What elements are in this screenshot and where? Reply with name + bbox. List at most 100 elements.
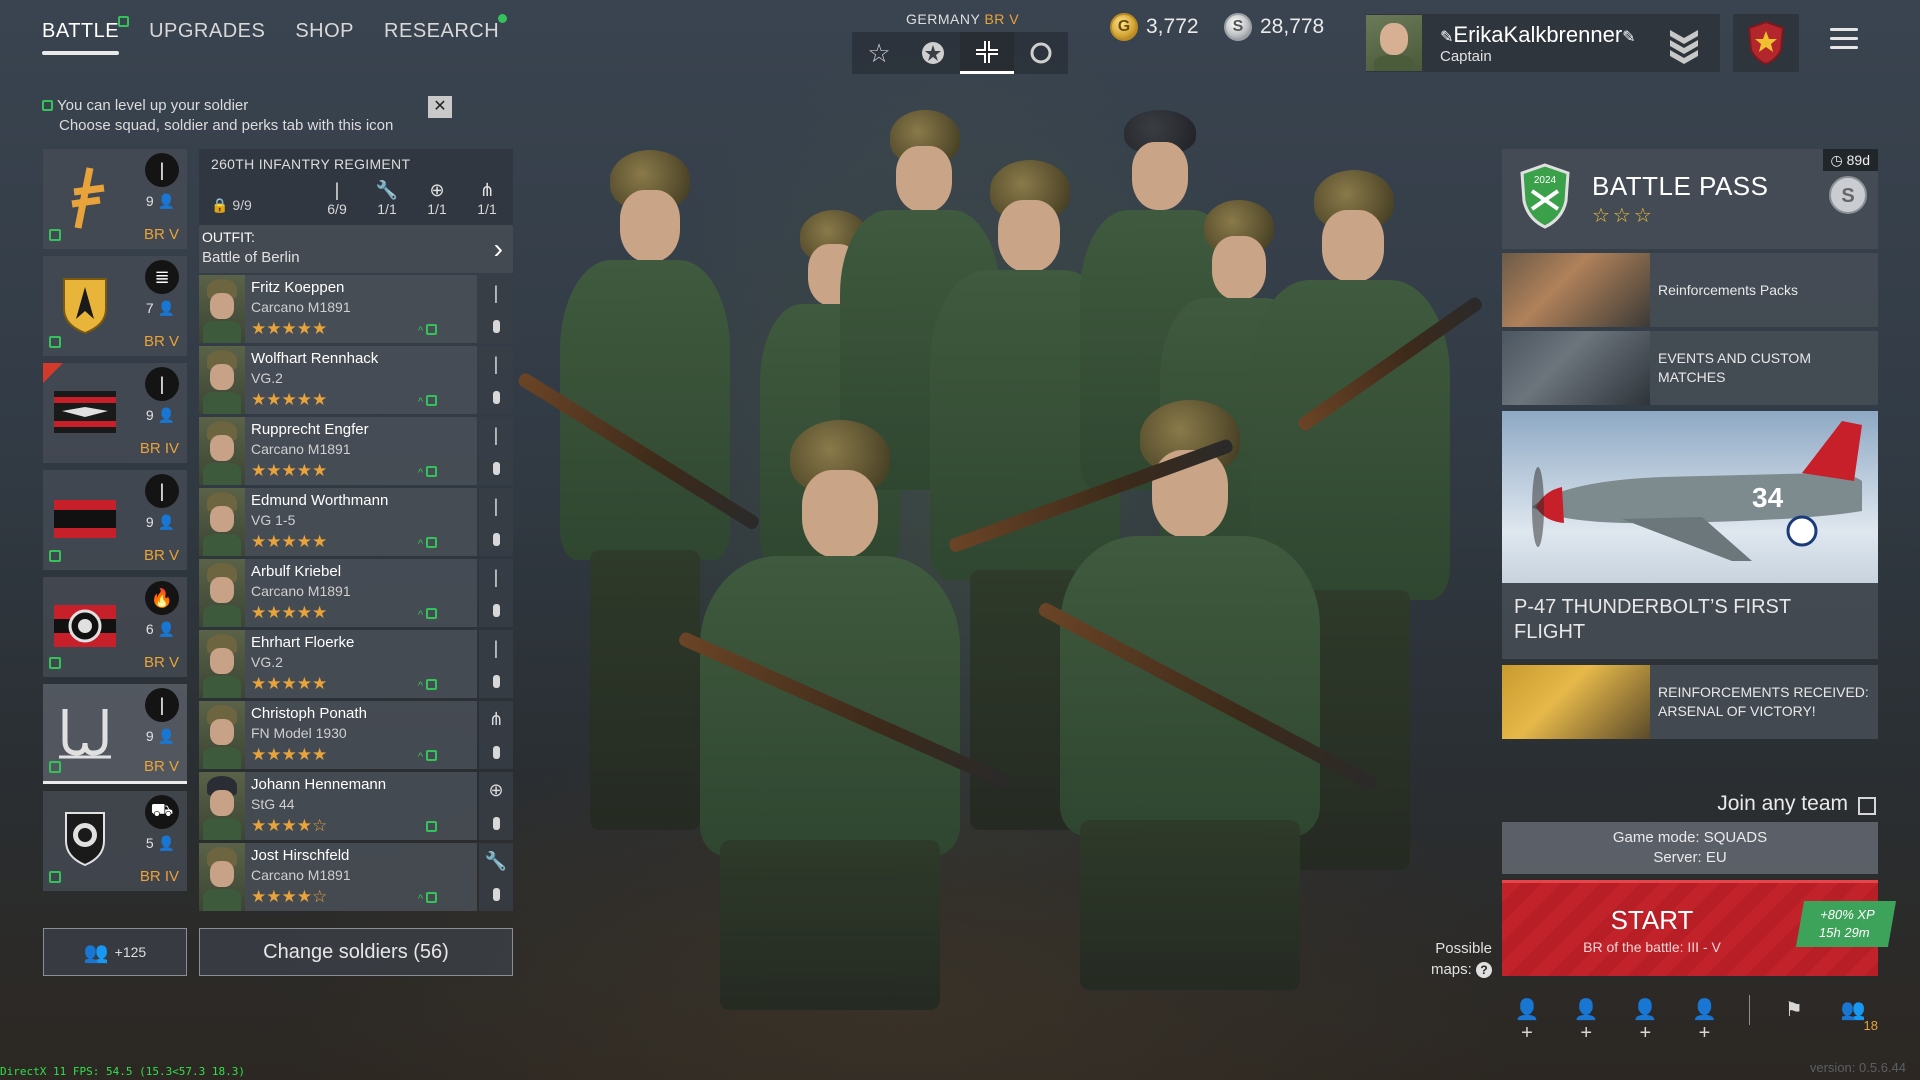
levelup-badge-icon xyxy=(42,100,53,111)
outfit-selector[interactable]: OUTFIT: Battle of Berlin › xyxy=(199,225,513,273)
person-icon: 👤 xyxy=(157,835,175,851)
iron-cross-icon xyxy=(976,40,998,63)
soldier-row[interactable]: Jost Hirschfeld Carcano M1891 ★★★★☆ ^ 🔧 xyxy=(199,843,513,911)
ammo-icon: ⋔ xyxy=(488,709,504,729)
friends-button[interactable]: 👥 18 xyxy=(1838,997,1877,1033)
main-menu-button[interactable] xyxy=(1830,28,1858,55)
black-red-flag-icon xyxy=(49,484,121,554)
tab-shop[interactable]: SHOP xyxy=(295,20,354,55)
clan-button[interactable]: ⚑ xyxy=(1779,997,1809,1023)
nation-ussr-button[interactable] xyxy=(906,32,960,74)
soldier-stars: ★★★★★ xyxy=(251,461,328,480)
upgrade-available-icon xyxy=(49,229,61,241)
soldier-row[interactable]: Wolfhart Rennhack VG.2 ★★★★★ ^ | xyxy=(199,346,513,414)
ammo-status-icon xyxy=(493,604,500,617)
squad-card[interactable]: ⛟ 5 👤 BR IV xyxy=(43,791,187,891)
squad-reserve-count: +125 xyxy=(114,944,147,960)
main-tabs: BATTLE UPGRADES SHOP RESEARCH xyxy=(42,14,508,55)
wolfsangel-icon xyxy=(49,698,121,768)
feed-title: REINFORCEMENTS RECEIVED: ARSENAL OF VICT… xyxy=(1658,684,1869,719)
soldier-row[interactable]: Rupprecht Engfer Carcano M1891 ★★★★★ ^ | xyxy=(199,417,513,485)
hint-close-button[interactable]: ✕ xyxy=(428,96,452,118)
feed-events-custom-matches[interactable]: EVENTS AND CUSTOM MATCHES xyxy=(1502,331,1878,405)
fps-counter: DirectX 11 FPS: 54.5 (15.3<57.3 18.3) xyxy=(0,1065,246,1078)
slot-ammo[interactable]: ⋔ 1/1 xyxy=(467,179,507,217)
battle-pass-card[interactable]: 2024 BATTLE PASS ☆☆☆ ◷ 89d S xyxy=(1502,149,1878,249)
soldier-portrait xyxy=(199,843,245,911)
soldier-stars: ★★★★★ xyxy=(251,390,328,409)
invite-player-button[interactable]: 👤+ xyxy=(1512,997,1542,1044)
ammo-status-icon xyxy=(493,746,500,759)
squad-reserve-button[interactable]: 👥 +125 xyxy=(43,928,187,976)
tab-upgrades[interactable]: UPGRADES xyxy=(149,20,265,55)
soldier-row[interactable]: Ehrhart Floerke VG.2 ★★★★★ ^ | xyxy=(199,630,513,698)
squad-card[interactable]: | 9 👤 BR V xyxy=(43,470,187,570)
soldier-name: Ehrhart Floerke xyxy=(251,634,355,651)
shield-star-icon xyxy=(1747,20,1785,66)
soldier-portrait xyxy=(199,488,245,556)
soldier-row[interactable]: Arbulf Kriebel Carcano M1891 ★★★★★ ^ | xyxy=(199,559,513,627)
feed-arsenal-of-victory[interactable]: REINFORCEMENTS RECEIVED: ARSENAL OF VICT… xyxy=(1502,665,1878,739)
soldier-stars: ★★★★★ xyxy=(251,532,328,551)
soldier-row[interactable]: Johann Hennemann StG 44 ★★★★☆ ⊕ xyxy=(199,772,513,840)
squad-card-selected[interactable]: | 9 👤 BR V xyxy=(43,684,187,784)
upgrade-available-icon: ^ xyxy=(418,324,437,337)
soldier-stars: ★★★★★ xyxy=(251,319,328,338)
start-battle-button[interactable]: START BR of the battle: III - V +80% XP … xyxy=(1502,880,1897,976)
nation-japan-button[interactable] xyxy=(1014,32,1068,74)
nation-usa-button[interactable]: ☆ xyxy=(852,32,906,74)
soldier-stars: ★★★★☆ xyxy=(251,887,328,906)
soldier-row[interactable]: Fritz Koeppen Carcano M1891 ★★★★★ ^ | xyxy=(199,275,513,343)
soldier-row[interactable]: Edmund Worthmann VG 1-5 ★★★★★ ^ | xyxy=(199,488,513,556)
upgrade-available-icon: ^ xyxy=(418,608,437,621)
squad-card[interactable]: ≣ 7 👤 BR V xyxy=(43,256,187,356)
ammo-status-icon xyxy=(493,817,500,830)
squad-card[interactable]: | 9 👤 BR IV xyxy=(43,363,187,463)
slot-rifle[interactable]: | 6/9 xyxy=(317,179,357,217)
feed-p47-first-flight[interactable]: 34 P-47 THUNDERBOLT’S FIRST FLIGHT xyxy=(1502,411,1878,659)
soldier-weapon: VG.2 xyxy=(251,654,283,670)
change-soldiers-button[interactable]: Change soldiers (56) xyxy=(199,928,513,976)
avatar xyxy=(1366,15,1422,71)
silver-currency[interactable]: S 28,778 xyxy=(1224,13,1324,41)
tab-battle[interactable]: BATTLE xyxy=(42,16,130,55)
invite-player-button[interactable]: 👤+ xyxy=(1630,997,1660,1044)
possible-maps[interactable]: Possible maps: ? xyxy=(1420,938,1492,980)
squad-card[interactable]: | 9 👤 BR V xyxy=(43,149,187,249)
gold-currency[interactable]: G 3,772 xyxy=(1110,13,1199,41)
soldier-weapon: VG.2 xyxy=(251,370,283,386)
squad-br: BR V xyxy=(143,333,179,350)
outfit-label: OUTFIT: xyxy=(202,229,255,245)
invite-player-button[interactable]: 👤+ xyxy=(1689,997,1719,1044)
squad-br: BR V xyxy=(143,226,179,243)
achievements-button[interactable] xyxy=(1733,14,1799,72)
battle-pass-timer: ◷ 89d xyxy=(1822,149,1878,171)
upgrade-available-icon xyxy=(49,657,61,669)
tab-research[interactable]: RESEARCH xyxy=(384,14,508,55)
svg-text:34: 34 xyxy=(1752,482,1784,513)
xp-boost-time: 15h 29m xyxy=(1817,925,1872,940)
hint-line-1: You can level up your soldier xyxy=(57,97,249,114)
server-region: Server: EU xyxy=(1653,849,1727,866)
feed-banner-image: 34 xyxy=(1502,411,1878,583)
profile-panel[interactable]: ✎ErikaKalkbrenner✎ Captain xyxy=(1366,14,1720,72)
slot-engineer[interactable]: 🔧 1/1 xyxy=(367,179,407,217)
game-mode-info[interactable]: Game mode: SQUADS Server: EU xyxy=(1502,822,1878,874)
person-icon: 👤 xyxy=(157,728,175,744)
upgrade-available-icon xyxy=(49,336,61,348)
levelup-badge-icon xyxy=(118,16,130,27)
soldier-row[interactable]: Christoph Ponath FN Model 1930 ★★★★★ ^ ⋔ xyxy=(199,701,513,769)
invite-player-button[interactable]: 👤+ xyxy=(1571,997,1601,1044)
slot-medic[interactable]: ⊕ 1/1 xyxy=(417,179,457,217)
nation-germany-button[interactable] xyxy=(960,32,1014,74)
nation-selector: ☆ xyxy=(852,32,1068,74)
soldier-portrait xyxy=(199,417,245,485)
squad-card[interactable]: 🔥 6 👤 BR V xyxy=(43,577,187,677)
feed-reinforcements-packs[interactable]: Reinforcements Packs xyxy=(1502,253,1878,327)
join-any-team-checkbox[interactable] xyxy=(1858,797,1876,815)
outfit-value: Battle of Berlin xyxy=(202,249,300,266)
lock-icon: 🔒 xyxy=(211,197,229,213)
upgrade-available-icon xyxy=(49,871,61,883)
rank-chevron-icon xyxy=(1670,30,1698,64)
eagle-stripes-icon xyxy=(49,377,121,447)
